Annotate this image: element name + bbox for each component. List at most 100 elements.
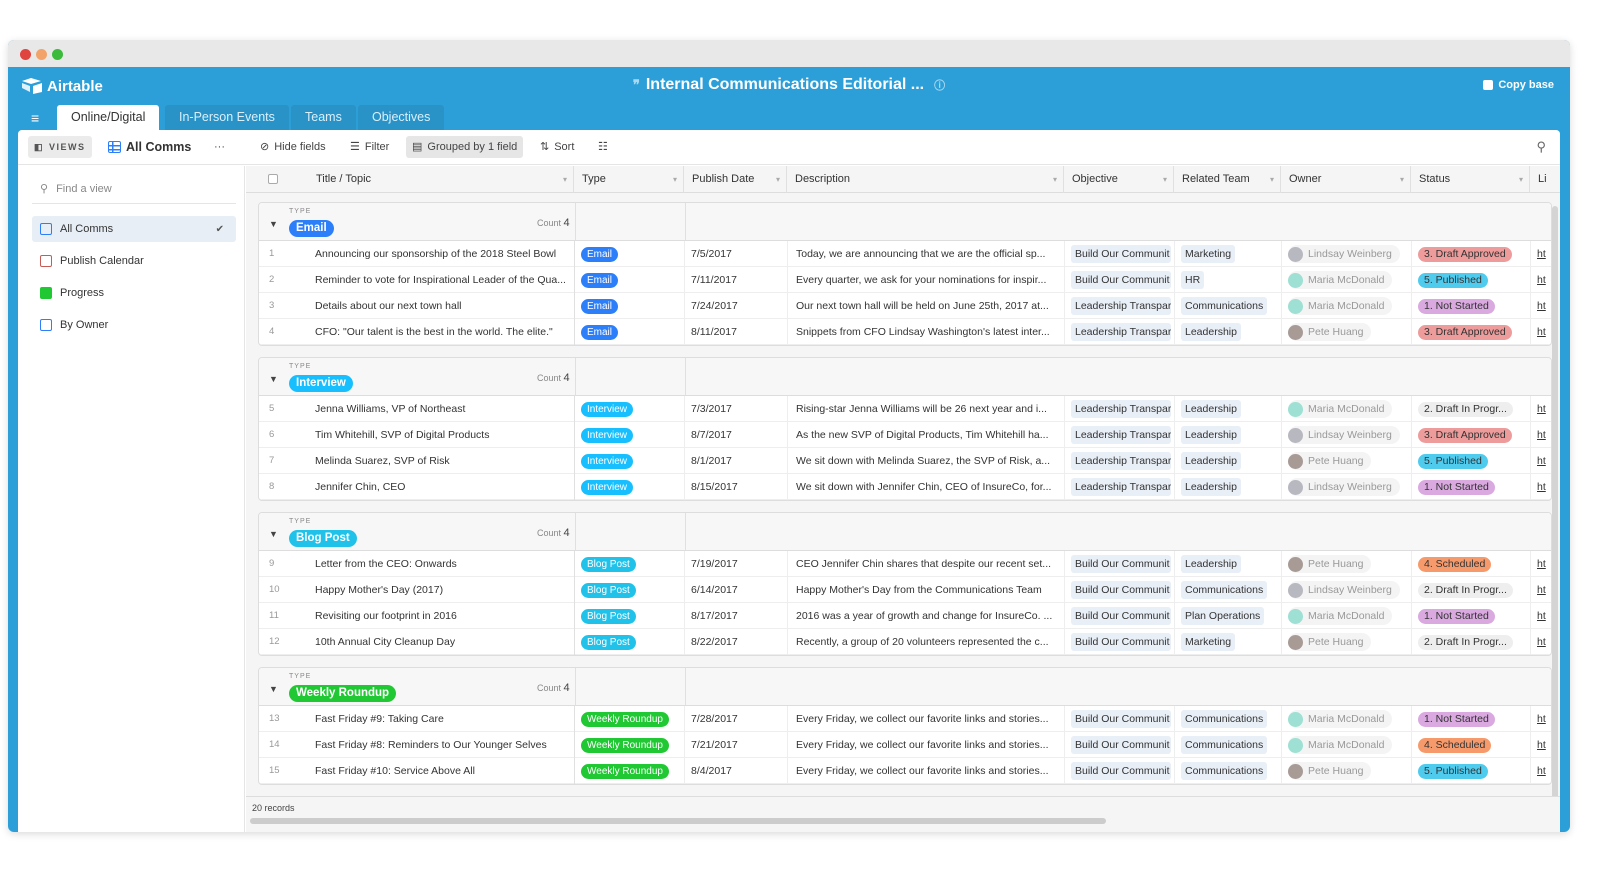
column-header-description[interactable]: Description ▾ [787, 166, 1064, 193]
cell-related-team[interactable]: Communications [1175, 706, 1282, 732]
team-link-tag[interactable]: HR [1181, 271, 1205, 290]
group-header[interactable]: TYPE ▼ Blog Post Count 4 [259, 513, 1551, 551]
cell-related-team[interactable]: Marketing [1175, 629, 1282, 655]
tab-objectives[interactable]: Objectives [358, 105, 445, 130]
cell-title[interactable]: Announcing our sponsorship of the 2018 S… [309, 241, 575, 267]
team-link-tag[interactable]: Leadership [1181, 323, 1241, 342]
cell-title[interactable]: Tim Whitehill, SVP of Digital Products [309, 422, 575, 448]
cell-objective[interactable]: Build Our Communit [1065, 603, 1175, 629]
minimize-window-button[interactable] [36, 49, 47, 60]
cell-title[interactable]: Happy Mother's Day (2017) [309, 577, 575, 603]
cell-objective[interactable]: Leadership Transpar [1065, 319, 1175, 345]
cell-status[interactable]: 1. Not Started [1412, 603, 1531, 629]
cell-owner[interactable]: Maria McDonald [1282, 732, 1412, 758]
cell-related-team[interactable]: Leadership [1175, 422, 1282, 448]
cell-status[interactable]: 3. Draft Approved [1412, 422, 1531, 448]
view-item-all-comms[interactable]: All Comms ✔ [32, 216, 236, 242]
cell-owner[interactable]: Lindsay Weinberg [1282, 577, 1412, 603]
cell-related-team[interactable]: Communications [1175, 293, 1282, 319]
cell-status[interactable]: 4. Scheduled [1412, 551, 1531, 577]
table-row[interactable]: 11 Revisiting our footprint in 2016 Blog P… [259, 603, 1551, 629]
cell-type[interactable]: Blog Post [575, 603, 685, 629]
cell-description[interactable]: Today, we are announcing that we are the… [788, 241, 1065, 267]
link-url[interactable]: ht [1537, 300, 1546, 312]
cell-owner[interactable]: Lindsay Weinberg [1282, 422, 1412, 448]
cell-status[interactable]: 1. Not Started [1412, 706, 1531, 732]
cell-description[interactable]: Every quarter, we ask for your nominatio… [788, 267, 1065, 293]
cell-type[interactable]: Blog Post [575, 629, 685, 655]
cell-owner[interactable]: Maria McDonald [1282, 603, 1412, 629]
objective-link-tag[interactable]: Build Our Communit [1071, 710, 1171, 729]
collapse-triangle-icon[interactable]: ▼ [269, 529, 278, 539]
close-window-button[interactable] [20, 49, 31, 60]
team-link-tag[interactable]: Plan Operations [1181, 607, 1265, 626]
column-header-type[interactable]: Type ▾ [574, 166, 684, 193]
collapse-triangle-icon[interactable]: ▼ [269, 684, 278, 694]
link-url[interactable]: ht [1537, 326, 1546, 338]
cell-description[interactable]: CEO Jennifer Chin shares that despite ou… [788, 551, 1065, 577]
cell-link[interactable]: ht [1531, 474, 1551, 500]
cell-owner[interactable]: Lindsay Weinberg [1282, 241, 1412, 267]
cell-title[interactable]: Jennifer Chin, CEO [309, 474, 575, 500]
objective-link-tag[interactable]: Leadership Transpar [1071, 478, 1171, 497]
view-more-button[interactable]: ··· [208, 136, 231, 158]
link-url[interactable]: ht [1537, 274, 1546, 286]
cell-owner[interactable]: Maria McDonald [1282, 706, 1412, 732]
table-row[interactable]: 4 CFO: "Our talent is the best in the wor… [259, 319, 1551, 345]
cell-objective[interactable]: Build Our Communit [1065, 577, 1175, 603]
cell-publish-date[interactable]: 7/11/2017 [685, 267, 788, 293]
cell-link[interactable]: ht [1531, 603, 1551, 629]
info-icon[interactable]: ⓘ [934, 80, 945, 92]
cell-objective[interactable]: Build Our Communit [1065, 241, 1175, 267]
cell-status[interactable]: 3. Draft Approved [1412, 241, 1531, 267]
objective-link-tag[interactable]: Build Our Communit [1071, 607, 1171, 626]
tab-online-digital[interactable]: Online/Digital [57, 105, 160, 130]
table-row[interactable]: 14 Fast Friday #8: Reminders to Our Young… [259, 732, 1551, 758]
cell-owner[interactable]: Pete Huang [1282, 629, 1412, 655]
cell-link[interactable]: ht [1531, 396, 1551, 422]
cell-description[interactable]: Happy Mother's Day from the Communicatio… [788, 577, 1065, 603]
cell-link[interactable]: ht [1531, 706, 1551, 732]
cell-description[interactable]: Snippets from CFO Lindsay Washington's l… [788, 319, 1065, 345]
cell-type[interactable]: Blog Post [575, 577, 685, 603]
cell-related-team[interactable]: Marketing [1175, 241, 1282, 267]
cell-type[interactable]: Weekly Roundup [575, 706, 685, 732]
cell-owner[interactable]: Pete Huang [1282, 758, 1412, 784]
cell-description[interactable]: 2016 was a year of growth and change for… [788, 603, 1065, 629]
cell-related-team[interactable]: Plan Operations [1175, 603, 1282, 629]
table-row[interactable]: 7 Melinda Suarez, SVP of Risk Interview 8/1… [259, 448, 1551, 474]
cell-type[interactable]: Email [575, 293, 685, 319]
link-url[interactable]: ht [1537, 481, 1546, 493]
team-link-tag[interactable]: Leadership [1181, 478, 1241, 497]
cell-title[interactable]: CFO: "Our talent is the best in the worl… [309, 319, 575, 345]
cell-title[interactable]: Letter from the CEO: Onwards [309, 551, 575, 577]
objective-link-tag[interactable]: Build Our Communit [1071, 762, 1171, 781]
cell-link[interactable]: ht [1531, 241, 1551, 267]
cell-title[interactable]: Details about our next town hall [309, 293, 575, 319]
cell-objective[interactable]: Leadership Transpar [1065, 396, 1175, 422]
cell-related-team[interactable]: Leadership [1175, 474, 1282, 500]
current-view-button[interactable]: All Comms [102, 136, 197, 158]
cell-link[interactable]: ht [1531, 577, 1551, 603]
chevron-down-icon[interactable]: ▾ [1400, 166, 1404, 193]
group-button[interactable]: ▤ Grouped by 1 field [406, 136, 524, 158]
cell-owner[interactable]: Pete Huang [1282, 448, 1412, 474]
cell-type[interactable]: Weekly Roundup [575, 732, 685, 758]
cell-title[interactable]: Melinda Suarez, SVP of Risk [309, 448, 575, 474]
cell-related-team[interactable]: Communications [1175, 732, 1282, 758]
search-icon[interactable]: ⚲ [1536, 139, 1546, 155]
table-row[interactable]: 15 Fast Friday #10: Service Above All Week… [259, 758, 1551, 784]
table-row[interactable]: 3 Details about our next town hall Email 7/… [259, 293, 1551, 319]
cell-title[interactable]: Fast Friday #9: Taking Care [309, 706, 575, 732]
team-link-tag[interactable]: Communications [1181, 297, 1268, 316]
cell-publish-date[interactable]: 7/24/2017 [685, 293, 788, 319]
cell-description[interactable]: We sit down with Melinda Suarez, the SVP… [788, 448, 1065, 474]
team-link-tag[interactable]: Leadership [1181, 400, 1241, 419]
cell-publish-date[interactable]: 8/7/2017 [685, 422, 788, 448]
cell-publish-date[interactable]: 8/15/2017 [685, 474, 788, 500]
team-link-tag[interactable]: Marketing [1181, 245, 1236, 264]
table-row[interactable]: 8 Jennifer Chin, CEO Interview 8/15/2017 We … [259, 474, 1551, 500]
menu-icon[interactable]: ≡ [31, 110, 39, 126]
cell-objective[interactable]: Leadership Transpar [1065, 474, 1175, 500]
cell-publish-date[interactable]: 8/17/2017 [685, 603, 788, 629]
